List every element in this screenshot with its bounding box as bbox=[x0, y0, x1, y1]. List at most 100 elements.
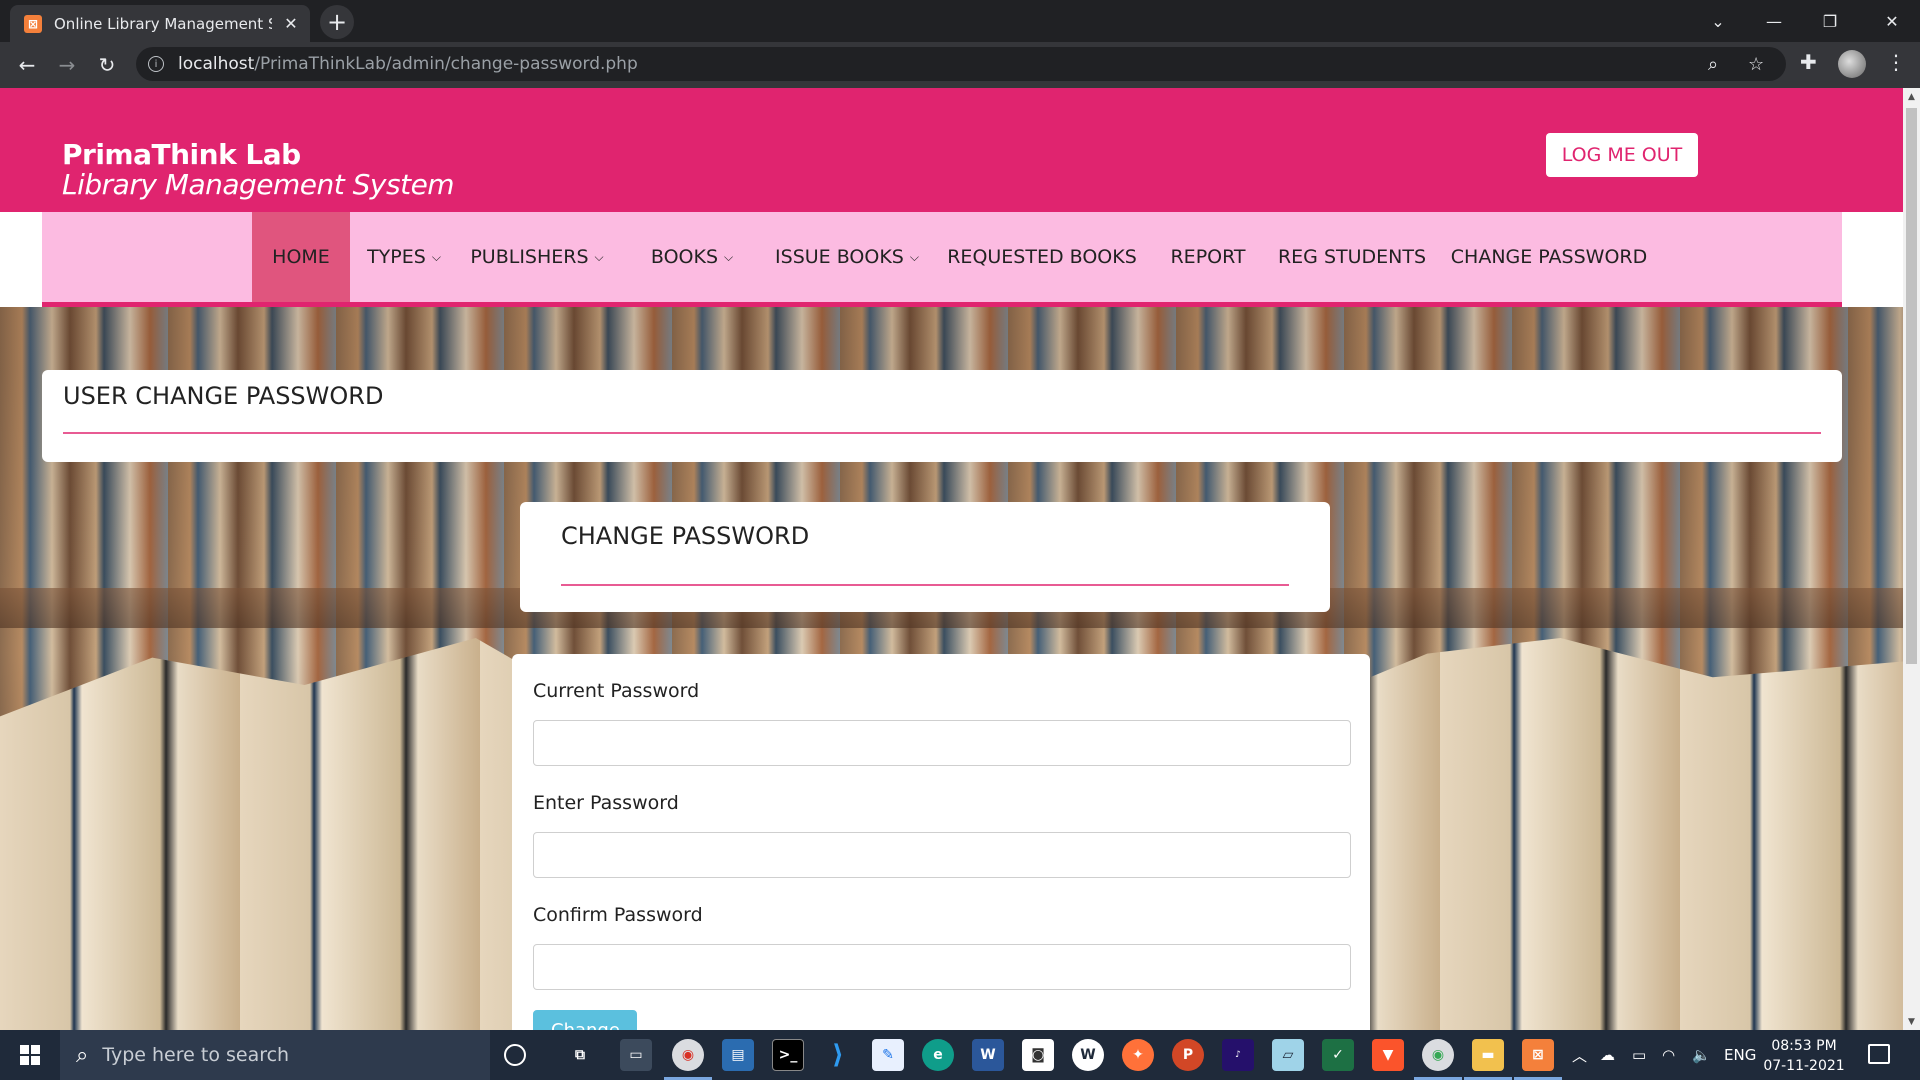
file-explorer-icon[interactable]: ▬ bbox=[1472, 1039, 1504, 1071]
windows-logo-icon bbox=[20, 1045, 40, 1065]
restore-button[interactable]: ❐ bbox=[1802, 0, 1858, 42]
notes-app-icon[interactable]: ▱ bbox=[1272, 1039, 1304, 1071]
volume-icon[interactable]: 🔈 bbox=[1692, 1030, 1711, 1080]
nav-label: ISSUE BOOKS bbox=[775, 246, 904, 268]
tray-overflow-chevron-icon[interactable]: ︿ bbox=[1572, 1030, 1587, 1080]
camera-icon[interactable]: ◙ bbox=[1022, 1039, 1054, 1071]
current-password-label: Current Password bbox=[533, 680, 700, 702]
scrollbar-thumb[interactable] bbox=[1906, 108, 1917, 664]
edge-icon[interactable]: e bbox=[922, 1039, 954, 1071]
word-icon[interactable]: W bbox=[972, 1039, 1004, 1071]
powerpoint-icon[interactable]: P bbox=[1172, 1039, 1204, 1071]
firefox-icon[interactable]: ✦ bbox=[1122, 1039, 1154, 1071]
word-online-icon[interactable]: W bbox=[1072, 1039, 1104, 1071]
search-icon: ⌕ bbox=[76, 1042, 89, 1068]
clock-date: 07-11-2021 bbox=[1763, 1058, 1845, 1074]
new-tab-button[interactable]: + bbox=[320, 5, 354, 39]
sql-app-icon[interactable]: ▭ bbox=[620, 1039, 652, 1071]
confirm-password-field[interactable] bbox=[533, 944, 1351, 990]
nav-label: REQUESTED BOOKS bbox=[947, 246, 1137, 268]
nav-publishers[interactable]: PUBLISHERS ⌵ bbox=[470, 212, 604, 302]
onedrive-icon[interactable]: ☁ bbox=[1600, 1030, 1615, 1080]
nav-report[interactable]: REPORT bbox=[1170, 212, 1246, 302]
scroll-down-arrow-icon[interactable]: ▼ bbox=[1903, 1013, 1920, 1030]
bookmark-star-icon[interactable]: ☆ bbox=[1748, 54, 1764, 75]
reload-icon[interactable]: ↻ bbox=[92, 50, 122, 80]
xampp-taskbar-icon[interactable]: ⊠ bbox=[1522, 1039, 1554, 1071]
back-arrow-icon[interactable]: ← bbox=[12, 50, 42, 80]
nav-issue-books[interactable]: ISSUE BOOKS ⌵ bbox=[775, 212, 919, 302]
brand-name: PrimaThink Lab bbox=[62, 138, 301, 171]
change-password-submit-button[interactable]: Change bbox=[533, 1010, 637, 1030]
current-password-field[interactable] bbox=[533, 720, 1351, 766]
address-bar[interactable]: i localhost/PrimaThinkLab/admin/change-p… bbox=[136, 47, 1786, 81]
nav-label: REG STUDENTS bbox=[1277, 246, 1427, 268]
vscode-icon[interactable]: ⟩ bbox=[822, 1039, 854, 1071]
nav-label: CHANGE PASSWORD bbox=[1450, 246, 1648, 268]
minimize-button[interactable]: — bbox=[1746, 0, 1802, 42]
chevron-down-icon: ⌵ bbox=[594, 249, 604, 264]
logout-button[interactable]: LOG ME OUT bbox=[1546, 133, 1698, 177]
extensions-puzzle-icon[interactable]: ✚ bbox=[1800, 50, 1817, 74]
card-heading-panel: CHANGE PASSWORD bbox=[520, 502, 1330, 612]
nav-home[interactable]: HOME bbox=[252, 212, 350, 302]
nav-change-password[interactable]: CHANGE PASSWORD bbox=[1450, 212, 1648, 302]
chevron-down-icon: ⌵ bbox=[431, 249, 441, 264]
nav-label: BOOKS bbox=[650, 246, 719, 268]
new-password-label: Enter Password bbox=[533, 792, 679, 814]
zoom-icon[interactable]: ⌕ bbox=[1708, 54, 1718, 75]
nav-types[interactable]: TYPES ⌵ bbox=[366, 212, 442, 302]
section-title: USER CHANGE PASSWORD bbox=[63, 382, 384, 410]
wifi-icon[interactable]: ◠ bbox=[1662, 1030, 1675, 1080]
site-header: PrimaThink Lab Library Management System… bbox=[0, 88, 1903, 212]
browser-tab-strip: ⊠ Online Library Management System ✕ + ⌄… bbox=[0, 0, 1920, 42]
terminal-icon[interactable]: >_ bbox=[772, 1039, 804, 1071]
nav-label: REPORT bbox=[1170, 246, 1246, 268]
browser-toolbar: ← → ↻ i localhost/PrimaThinkLab/admin/ch… bbox=[0, 42, 1920, 88]
this-pc-icon[interactable]: ▤ bbox=[722, 1039, 754, 1071]
url-host: localhost bbox=[178, 54, 255, 74]
taskbar-search-box[interactable]: ⌕ Type here to search bbox=[60, 1030, 490, 1080]
card-title: CHANGE PASSWORD bbox=[561, 522, 810, 550]
nav-label: HOME bbox=[272, 246, 330, 268]
confirm-password-label: Confirm Password bbox=[533, 904, 703, 926]
chevron-down-icon: ⌵ bbox=[909, 249, 919, 264]
chrome-icon[interactable]: ◉ bbox=[672, 1039, 704, 1071]
page-viewport: PrimaThink Lab Library Management System… bbox=[0, 88, 1903, 1030]
spreadsheet-icon[interactable]: ✓ bbox=[1322, 1039, 1354, 1071]
navbar-wrapper: HOME TYPES ⌵ PUBLISHERS ⌵ BOOKS ⌵ ISSUE BOO… bbox=[0, 212, 1903, 307]
close-tab-icon[interactable]: ✕ bbox=[282, 14, 300, 33]
notification-center-icon[interactable] bbox=[1868, 1044, 1890, 1064]
nav-books[interactable]: BOOKS ⌵ bbox=[650, 212, 734, 302]
windows-taskbar: ⌕ Type here to search ⧉ ▭ ◉ ▤ >_ ⟩ ✎ e W… bbox=[0, 1030, 1920, 1080]
nav-requested-books[interactable]: REQUESTED BOOKS bbox=[947, 212, 1137, 302]
main-navbar: HOME TYPES ⌵ PUBLISHERS ⌵ BOOKS ⌵ ISSUE BOO… bbox=[42, 212, 1842, 307]
taskbar-search-placeholder: Type here to search bbox=[102, 1044, 290, 1066]
browser-menu-icon[interactable]: ⋮ bbox=[1886, 50, 1906, 74]
document-icon[interactable]: ✎ bbox=[872, 1039, 904, 1071]
tab-search-chevron-icon[interactable]: ⌄ bbox=[1690, 0, 1746, 42]
chrome-profile-icon[interactable]: ◉ bbox=[1422, 1039, 1454, 1071]
task-view-icon[interactable]: ⧉ bbox=[564, 1039, 596, 1071]
section-divider bbox=[63, 432, 1821, 434]
brave-icon[interactable]: ▼ bbox=[1372, 1039, 1404, 1071]
start-button[interactable] bbox=[0, 1030, 60, 1080]
chevron-down-icon: ⌵ bbox=[724, 249, 734, 264]
card-divider bbox=[561, 584, 1289, 586]
close-window-button[interactable]: ✕ bbox=[1864, 0, 1920, 42]
profile-avatar[interactable] bbox=[1838, 50, 1866, 78]
taskbar-clock[interactable]: 08:53 PM 07-11-2021 bbox=[1756, 1036, 1852, 1076]
scroll-up-arrow-icon[interactable]: ▲ bbox=[1903, 88, 1920, 105]
forward-arrow-icon[interactable]: → bbox=[52, 50, 82, 80]
browser-tab[interactable]: ⊠ Online Library Management System ✕ bbox=[10, 5, 310, 42]
amazon-music-icon[interactable]: ♪ bbox=[1222, 1039, 1254, 1071]
nav-reg-students[interactable]: REG STUDENTS bbox=[1278, 212, 1426, 302]
site-info-icon[interactable]: i bbox=[148, 56, 164, 72]
section-heading-panel: USER CHANGE PASSWORD bbox=[42, 370, 1842, 462]
battery-icon[interactable]: ▭ bbox=[1632, 1030, 1646, 1080]
language-indicator[interactable]: ENG bbox=[1724, 1030, 1756, 1080]
clock-time: 08:53 PM bbox=[1771, 1038, 1837, 1054]
cortana-icon[interactable] bbox=[504, 1044, 526, 1066]
xampp-icon: ⊠ bbox=[24, 14, 42, 33]
new-password-field[interactable] bbox=[533, 832, 1351, 878]
